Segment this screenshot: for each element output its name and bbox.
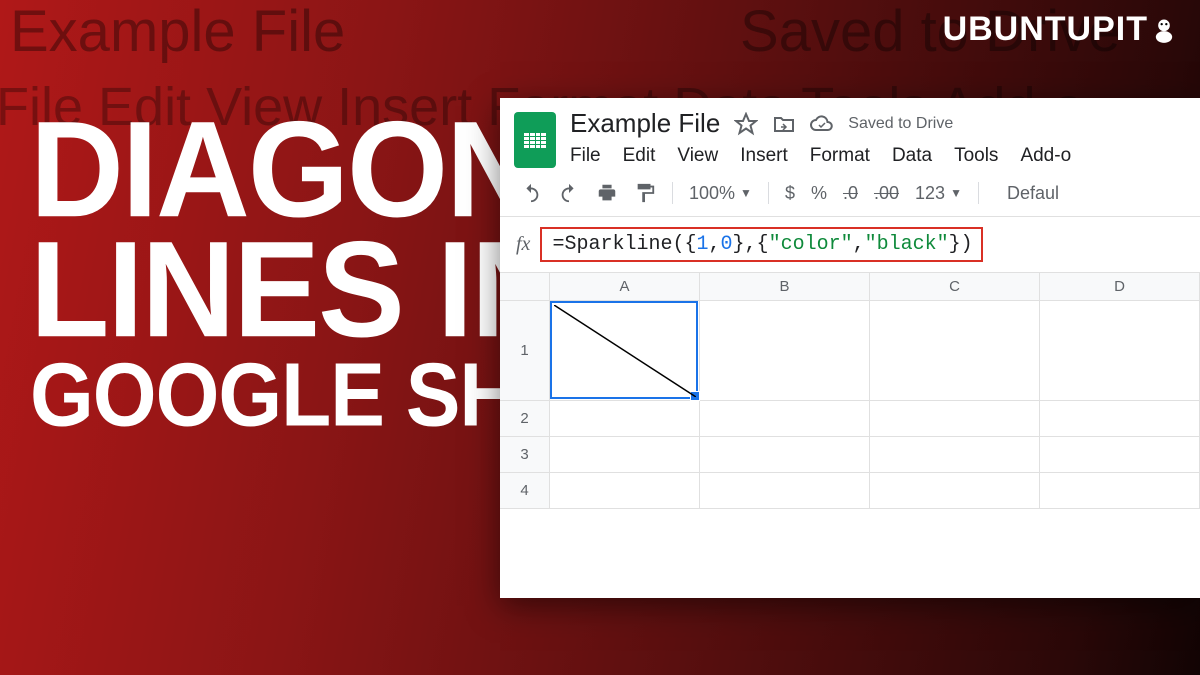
cell-B2[interactable] xyxy=(700,401,870,436)
formula-bar: fx =Sparkline({1,0},{"color","black"}) xyxy=(500,217,1200,273)
toolbar-divider xyxy=(978,182,979,204)
font-selector[interactable]: Defaul xyxy=(1007,183,1059,204)
doc-title[interactable]: Example File xyxy=(570,108,720,139)
caret-down-icon: ▼ xyxy=(950,186,962,200)
col-header-A[interactable]: A xyxy=(550,273,700,300)
col-header-C[interactable]: C xyxy=(870,273,1040,300)
row-header-1[interactable]: 1 xyxy=(500,301,549,401)
formula-comma: , xyxy=(709,233,721,256)
col-header-B[interactable]: B xyxy=(700,273,870,300)
format-123-label: 123 xyxy=(915,183,945,204)
toolbar-divider xyxy=(672,182,673,204)
ghost-title: Example File xyxy=(10,0,345,65)
formula-open: ({ xyxy=(672,233,696,256)
penguin-icon xyxy=(1150,16,1178,44)
table-row xyxy=(550,401,1200,437)
cell-B4[interactable] xyxy=(700,473,870,508)
sheets-window: Example File Saved to Drive File Edit Vi… xyxy=(500,98,1200,598)
formula-fn: Sparkline xyxy=(564,233,672,256)
formula-n2: 0 xyxy=(721,233,733,256)
row-header-4[interactable]: 4 xyxy=(500,473,549,509)
cell-D2[interactable] xyxy=(1040,401,1200,436)
select-all-corner[interactable] xyxy=(500,273,549,301)
formula-s2: "black" xyxy=(865,233,949,256)
col-headers: ABCD xyxy=(550,273,1200,301)
row-headers: 1234 xyxy=(500,273,550,509)
star-icon[interactable] xyxy=(734,112,758,136)
caret-down-icon: ▼ xyxy=(740,186,752,200)
formula-input[interactable]: =Sparkline({1,0},{"color","black"}) xyxy=(540,227,982,262)
col-header-D[interactable]: D xyxy=(1040,273,1200,300)
format-currency[interactable]: $ xyxy=(785,183,795,204)
format-dec-decrease[interactable]: .0 xyxy=(843,183,858,204)
menu-bar: File Edit View Insert Format Data Tools … xyxy=(570,145,1186,167)
sheets-app-icon[interactable] xyxy=(514,112,556,168)
cell-A3[interactable] xyxy=(550,437,700,472)
cell-A2[interactable] xyxy=(550,401,700,436)
zoom-value: 100% xyxy=(689,183,735,204)
cell-C4[interactable] xyxy=(870,473,1040,508)
cell-A4[interactable] xyxy=(550,473,700,508)
menu-insert[interactable]: Insert xyxy=(740,145,788,167)
toolbar-divider xyxy=(768,182,769,204)
formula-mid: },{ xyxy=(733,233,769,256)
formula-n1: 1 xyxy=(697,233,709,256)
print-button[interactable] xyxy=(596,182,618,204)
menu-addons[interactable]: Add-o xyxy=(1020,145,1071,167)
format-percent[interactable]: % xyxy=(811,183,827,204)
redo-button[interactable] xyxy=(558,182,580,204)
cell-D3[interactable] xyxy=(1040,437,1200,472)
formula-close: }) xyxy=(949,233,973,256)
menu-file[interactable]: File xyxy=(570,145,601,167)
menu-view[interactable]: View xyxy=(677,145,718,167)
brand-logo: UBUNTUPIT xyxy=(943,10,1178,49)
brand-text: UBUNTUPIT xyxy=(943,10,1148,49)
table-row xyxy=(550,473,1200,509)
row-header-2[interactable]: 2 xyxy=(500,401,549,437)
format-more[interactable]: 123 ▼ xyxy=(915,183,962,204)
move-folder-icon[interactable] xyxy=(772,112,796,136)
saved-status: Saved to Drive xyxy=(848,115,953,133)
cloud-saved-icon[interactable] xyxy=(810,112,834,136)
cell-D1[interactable] xyxy=(1040,301,1200,400)
formula-s1: "color" xyxy=(769,233,853,256)
cell-B3[interactable] xyxy=(700,437,870,472)
undo-button[interactable] xyxy=(520,182,542,204)
menu-tools[interactable]: Tools xyxy=(954,145,998,167)
spreadsheet-grid[interactable]: 1234 ABCD xyxy=(500,273,1200,509)
table-row xyxy=(550,437,1200,473)
paint-format-button[interactable] xyxy=(634,182,656,204)
menu-edit[interactable]: Edit xyxy=(623,145,656,167)
formula-comma2: , xyxy=(853,233,865,256)
toolbar: 100% ▼ $ % .0 .00 123 ▼ Defaul xyxy=(500,168,1200,217)
formula-eq: = xyxy=(552,233,564,256)
format-dec-increase[interactable]: .00 xyxy=(874,183,899,204)
cell-C2[interactable] xyxy=(870,401,1040,436)
sparkline-diagonal xyxy=(554,305,696,397)
cell-C1[interactable] xyxy=(870,301,1040,400)
sheets-header: Example File Saved to Drive File Edit Vi… xyxy=(500,98,1200,168)
fx-icon: fx xyxy=(516,233,530,256)
cells-area[interactable] xyxy=(550,301,1200,509)
zoom-selector[interactable]: 100% ▼ xyxy=(689,183,752,204)
row-header-3[interactable]: 3 xyxy=(500,437,549,473)
menu-data[interactable]: Data xyxy=(892,145,932,167)
cell-D4[interactable] xyxy=(1040,473,1200,508)
cell-C3[interactable] xyxy=(870,437,1040,472)
menu-format[interactable]: Format xyxy=(810,145,870,167)
cell-B1[interactable] xyxy=(700,301,870,400)
